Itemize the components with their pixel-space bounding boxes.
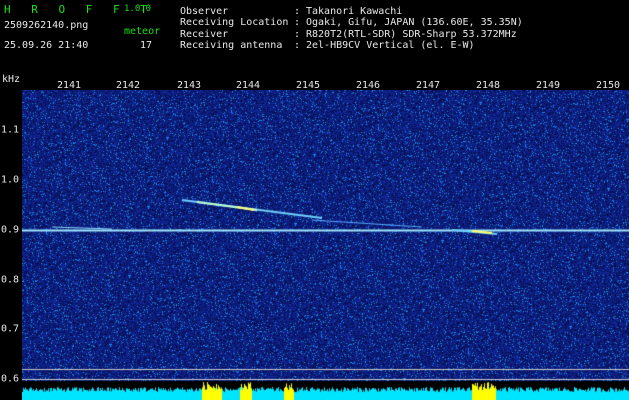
info-location-sep: : [294, 17, 301, 28]
info-observer-sep: : [294, 6, 301, 17]
info-antenna-sep: : [294, 40, 301, 51]
freq-tick: 1.1 [1, 124, 20, 136]
freq-tick: 0.8 [1, 274, 20, 286]
info-location-value: Ogaki, Gifu, JAPAN (136.60E, 35.35N) [306, 17, 523, 28]
info-antenna-label: Receiving antenna [180, 40, 283, 51]
info-observer-value: Takanori Kawachi [306, 6, 403, 17]
freq-tick: 0.6 [1, 373, 20, 385]
waterfall-spectrogram [22, 90, 629, 400]
info-observer-label: Observer [180, 6, 229, 17]
app-version: 1.0.0 [124, 4, 152, 14]
info-receiver-sep: : [294, 29, 301, 40]
header-panel: H R O F F T 1.0.0 2509262140.png meteor … [0, 0, 629, 56]
freq-tick: 1.0 [1, 174, 20, 186]
freq-tick: 0.9 [1, 224, 20, 236]
meteor-label: meteor [124, 26, 161, 37]
info-antenna-value: 2el-HB9CV Vertical (el. E-W) [306, 40, 475, 51]
info-receiver-value: R820T2(RTL-SDR) SDR-Sharp 53.372MHz [306, 29, 517, 40]
filename-label: 2509262140.png [4, 20, 89, 31]
datetime-label: 25.09.26 21:40 [4, 40, 89, 51]
meteor-count: 17 [140, 40, 153, 51]
info-receiver-label: Receiver [180, 29, 229, 40]
freq-tick: 0.7 [1, 323, 20, 335]
info-location-label: Receiving Location [180, 17, 289, 28]
